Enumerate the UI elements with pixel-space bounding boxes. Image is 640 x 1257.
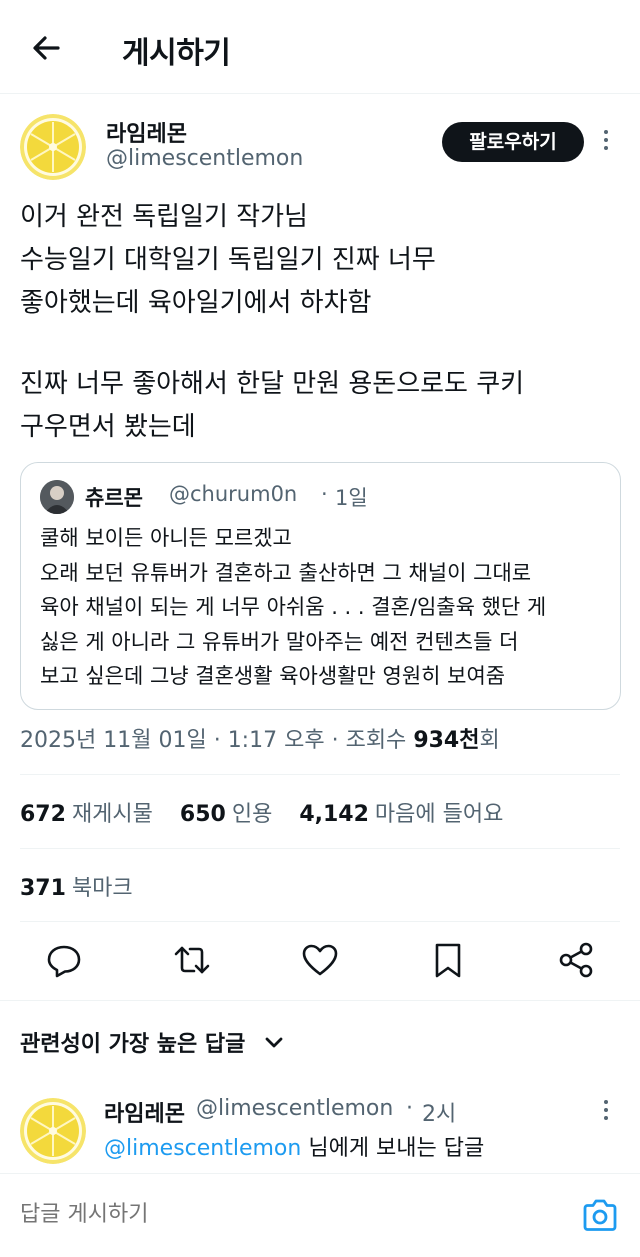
lemon-slice-icon bbox=[20, 114, 86, 180]
engagement-stats: 672 재게시물 650 인용 4,142 마음에 들어요 bbox=[20, 796, 523, 828]
reply-author-handle[interactable]: @limescentlemon bbox=[196, 1096, 393, 1121]
likes-count[interactable]: 4,142 bbox=[299, 802, 369, 827]
share-icon[interactable] bbox=[556, 940, 596, 980]
views-label: 조회수 bbox=[345, 728, 407, 753]
separator-dot: · bbox=[406, 1096, 413, 1121]
tweet-text-line: 이거 완전 독립일기 작가님 bbox=[20, 202, 308, 232]
quoted-text-line: 육아 채널이 되는 게 너무 아쉬움 . . . 결혼/임출육 했단 게 bbox=[40, 595, 547, 619]
quoted-text: 쿨해 보이든 아니든 모르겠고 오래 보던 유튜버가 결혼하고 출산하면 그 채… bbox=[40, 521, 610, 694]
divider bbox=[20, 774, 620, 775]
quoted-author-name: 츄르몬 bbox=[85, 486, 143, 510]
tweet-text-line: 구우면서 봤는데 bbox=[20, 412, 196, 442]
divider bbox=[20, 848, 620, 849]
tweet-text: 이거 완전 독립일기 작가님 수능일기 대학일기 독립일기 진짜 너무 좋아했는… bbox=[20, 196, 620, 449]
quoted-tweet[interactable]: 츄르몬 @churum0n · 1일 쿨해 보이든 아니든 모르겠고 오래 보던… bbox=[20, 462, 621, 710]
reposts-count[interactable]: 672 bbox=[20, 802, 66, 827]
quoted-text-line: 보고 싶은데 그냥 결혼생활 육아생활만 영원히 보여줌 bbox=[40, 664, 506, 688]
reply-composer bbox=[0, 1173, 640, 1257]
reply-icon[interactable] bbox=[44, 940, 84, 980]
top-bar: 게시하기 bbox=[0, 0, 640, 94]
quoted-timestamp: 1일 bbox=[335, 486, 368, 510]
reply-author-name[interactable]: 라임레몬 bbox=[104, 1096, 185, 1128]
author-handle[interactable]: @limescentlemon bbox=[106, 146, 303, 171]
separator-dot: · bbox=[213, 728, 221, 753]
quotes-label[interactable]: 인용 bbox=[232, 802, 272, 827]
arrow-left-icon[interactable] bbox=[28, 30, 64, 66]
divider bbox=[20, 921, 620, 922]
follow-button[interactable]: 팔로우하기 bbox=[442, 122, 584, 162]
tweet-time: 1:17 오후 bbox=[227, 728, 325, 753]
bookmarks-stat: 371 북마크 bbox=[20, 870, 153, 902]
bookmark-icon[interactable] bbox=[428, 940, 468, 980]
reply-text: @limescentlemon 님에게 보내는 답글 bbox=[104, 1130, 484, 1162]
tweet-text-line: 좋아했는데 육아일기에서 하차함 bbox=[20, 288, 372, 318]
reposts-label[interactable]: 재게시물 bbox=[72, 802, 153, 827]
divider bbox=[0, 1000, 640, 1001]
camera-icon[interactable] bbox=[580, 1198, 620, 1234]
bookmarks-count[interactable]: 371 bbox=[20, 876, 66, 901]
reply-input[interactable] bbox=[20, 1202, 520, 1227]
lemon-slice-icon bbox=[20, 1098, 86, 1164]
tweet-meta: 2025년 11월 01일 · 1:17 오후 · 조회수 934천회 bbox=[20, 722, 500, 754]
quotes-count[interactable]: 650 bbox=[180, 802, 226, 827]
action-bar bbox=[0, 940, 640, 984]
bookmarks-label[interactable]: 북마크 bbox=[72, 876, 133, 901]
replies-sort-label[interactable]: 관련성이 가장 높은 답글 bbox=[20, 1026, 245, 1058]
tweet-date: 2025년 11월 01일 bbox=[20, 728, 207, 753]
author-name[interactable]: 라임레몬 bbox=[106, 116, 187, 148]
more-options-icon[interactable] bbox=[601, 130, 611, 156]
tweet-text-line: 진짜 너무 좋아해서 한달 만원 용돈으로도 쿠키 bbox=[20, 369, 525, 399]
like-icon[interactable] bbox=[300, 940, 340, 980]
views-suffix: 회 bbox=[479, 728, 500, 753]
tweet-text-line: 수능일기 대학일기 독립일기 진짜 너무 bbox=[20, 245, 436, 275]
views-count[interactable]: 934천 bbox=[413, 728, 479, 753]
quoted-author-avatar bbox=[40, 480, 74, 514]
quoted-text-line: 싫은 게 아니라 그 유튜버가 말아주는 예전 컨텐츠들 더 bbox=[40, 629, 519, 654]
page-title: 게시하기 bbox=[122, 36, 231, 71]
reply-mention-link[interactable]: @limescentlemon bbox=[104, 1136, 301, 1161]
reply-more-options-icon[interactable] bbox=[601, 1100, 611, 1126]
repost-icon[interactable] bbox=[172, 940, 212, 980]
reply-text-body: 님에게 보내는 답글 bbox=[301, 1136, 485, 1161]
reply-timestamp: 2시 bbox=[422, 1102, 457, 1127]
quoted-text-line: 쿨해 보이든 아니든 모르겠고 bbox=[40, 526, 292, 550]
reply-author-avatar[interactable] bbox=[20, 1098, 86, 1164]
author-avatar[interactable] bbox=[20, 114, 86, 180]
likes-label[interactable]: 마음에 들어요 bbox=[375, 802, 503, 827]
separator-dot: · bbox=[331, 728, 339, 753]
quoted-author-handle: @churum0n bbox=[169, 482, 298, 506]
separator-dot: · bbox=[321, 482, 328, 506]
quoted-text-line: 오래 보던 유튜버가 결혼하고 출산하면 그 채널이 그대로 bbox=[40, 560, 532, 585]
chevron-down-icon[interactable] bbox=[262, 1030, 286, 1054]
